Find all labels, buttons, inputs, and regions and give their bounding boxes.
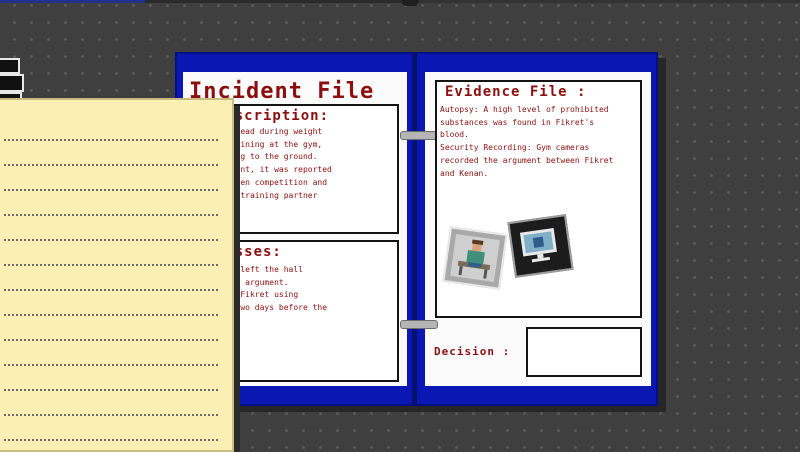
person-photo[interactable]	[442, 226, 508, 290]
binder-ring-bottom	[400, 320, 438, 329]
notepad-line	[4, 264, 218, 266]
binder-ring-top	[400, 131, 438, 140]
notepad-line	[4, 239, 218, 241]
notepad[interactable]	[0, 98, 240, 452]
notepad-line	[4, 139, 218, 141]
top-bar-accent	[0, 0, 145, 3]
top-bar-strip	[420, 0, 800, 3]
notepad-line	[4, 289, 218, 291]
evidence-text: Autopsy: A high level of prohibited subs…	[440, 105, 614, 178]
notepad-line	[4, 214, 218, 216]
notepad-line	[4, 339, 218, 341]
notepad-line	[4, 189, 218, 191]
decision-input[interactable]	[526, 327, 642, 377]
notepad-line	[4, 314, 218, 316]
top-bar-handle	[402, 0, 418, 6]
notepad-line	[4, 414, 218, 416]
case-folder: Incident File t Description: s found dea…	[175, 52, 666, 412]
folder-spine	[412, 52, 417, 406]
notepad-line	[4, 164, 218, 166]
decision-label: Decision :	[434, 345, 511, 358]
monitor-icon	[519, 227, 557, 263]
notepad-line	[4, 364, 218, 366]
monitor-photo[interactable]	[507, 214, 574, 278]
notepad-line	[4, 389, 218, 391]
top-bar	[0, 0, 800, 6]
person-icon	[450, 234, 500, 282]
notepad-line	[4, 439, 218, 441]
evidence-file-heading: Evidence File :	[445, 84, 587, 100]
